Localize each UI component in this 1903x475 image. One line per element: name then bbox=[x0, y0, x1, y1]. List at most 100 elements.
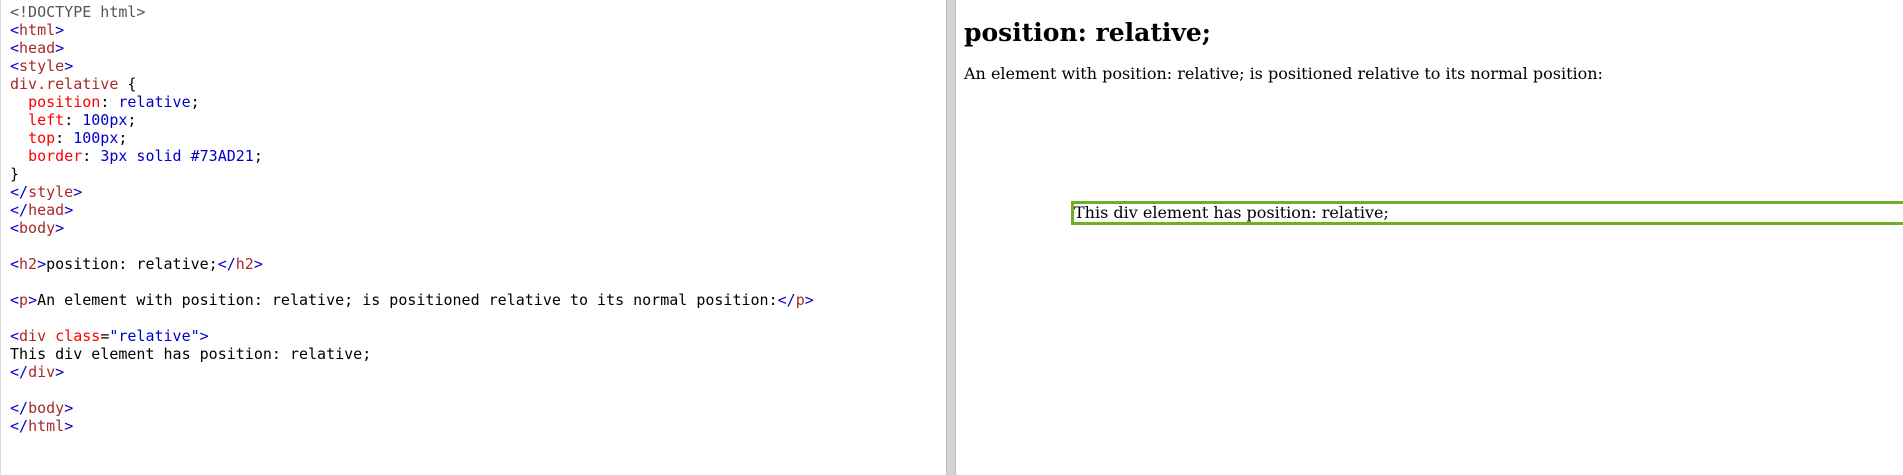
code-token: } bbox=[10, 165, 20, 183]
code-token: > bbox=[37, 255, 47, 273]
code-token: top bbox=[28, 129, 56, 147]
code-line[interactable]: </style> bbox=[10, 183, 814, 201]
code-token: div.relative bbox=[10, 75, 119, 93]
code-token: : bbox=[82, 147, 101, 165]
code-line[interactable] bbox=[10, 309, 814, 327]
code-token: style bbox=[19, 57, 65, 75]
result-document: position: relative; An element with posi… bbox=[964, 0, 1903, 225]
code-token: > bbox=[64, 201, 74, 219]
code-line[interactable]: This div element has position: relative; bbox=[10, 345, 814, 363]
code-token: < bbox=[10, 39, 20, 57]
code-line[interactable] bbox=[10, 381, 814, 399]
code-token: <!DOCTYPE html> bbox=[10, 3, 146, 21]
code-token: </ bbox=[10, 363, 29, 381]
code-token: </ bbox=[777, 291, 796, 309]
code-token: This div element has position: relative; bbox=[10, 345, 372, 363]
code-token: 3px solid #73AD21 bbox=[100, 147, 254, 165]
code-text[interactable]: <!DOCTYPE html> <html> <head> <style> div.re… bbox=[10, 3, 814, 435]
code-line[interactable]: <head> bbox=[10, 39, 814, 57]
code-line[interactable]: </html> bbox=[10, 417, 814, 435]
code-token: left bbox=[28, 111, 65, 129]
code-line[interactable]: <div class="relative"> bbox=[10, 327, 814, 345]
code-token: > bbox=[73, 183, 83, 201]
code-token: h2 bbox=[19, 255, 38, 273]
code-line[interactable]: <style> bbox=[10, 57, 814, 75]
code-line[interactable]: position: relative; bbox=[10, 93, 814, 111]
code-line[interactable]: left: 100px; bbox=[10, 111, 814, 129]
code-token: h2 bbox=[235, 255, 254, 273]
code-token: </ bbox=[10, 399, 29, 417]
pane-splitter[interactable] bbox=[946, 0, 956, 475]
code-token: position bbox=[28, 93, 101, 111]
code-line[interactable]: top: 100px; bbox=[10, 129, 814, 147]
code-line[interactable]: </body> bbox=[10, 399, 814, 417]
code-line[interactable] bbox=[10, 273, 814, 291]
code-token: > bbox=[64, 417, 74, 435]
code-token: : bbox=[64, 111, 83, 129]
code-token: head bbox=[19, 39, 56, 57]
code-token: ; bbox=[118, 129, 128, 147]
code-token: p bbox=[795, 291, 805, 309]
code-token: > bbox=[199, 327, 209, 345]
code-token: : bbox=[55, 129, 74, 147]
code-token: > bbox=[55, 39, 65, 57]
code-line[interactable]: </head> bbox=[10, 201, 814, 219]
code-token: > bbox=[55, 219, 65, 237]
code-token: > bbox=[64, 57, 74, 75]
code-token: </ bbox=[217, 255, 236, 273]
code-token: > bbox=[253, 255, 263, 273]
code-line[interactable] bbox=[10, 237, 814, 255]
code-token: div bbox=[19, 327, 47, 345]
code-token: < bbox=[10, 327, 20, 345]
code-token: : bbox=[100, 93, 119, 111]
code-line[interactable]: <body> bbox=[10, 219, 814, 237]
code-token: ; bbox=[253, 147, 263, 165]
relative-div: This div element has position: relative; bbox=[1071, 201, 1903, 225]
code-line[interactable]: </div> bbox=[10, 363, 814, 381]
code-token: ; bbox=[190, 93, 200, 111]
code-line[interactable]: <html> bbox=[10, 21, 814, 39]
code-token: < bbox=[10, 219, 20, 237]
code-token: = bbox=[100, 327, 110, 345]
code-token: div bbox=[28, 363, 56, 381]
code-line[interactable]: } bbox=[10, 165, 814, 183]
code-token: p bbox=[19, 291, 29, 309]
code-token: class bbox=[55, 327, 101, 345]
code-token: style bbox=[28, 183, 74, 201]
result-heading: position: relative; bbox=[964, 18, 1212, 47]
code-token: 100px bbox=[73, 129, 119, 147]
code-line[interactable]: <p>An element with position: relative; i… bbox=[10, 291, 814, 309]
code-token: </ bbox=[10, 417, 29, 435]
code-token: relative bbox=[118, 93, 191, 111]
code-token: head bbox=[28, 201, 65, 219]
code-line[interactable]: div.relative { bbox=[10, 75, 814, 93]
code-token: < bbox=[10, 21, 20, 39]
code-line[interactable]: <h2>position: relative;</h2> bbox=[10, 255, 814, 273]
code-token: body bbox=[28, 399, 65, 417]
code-token: html bbox=[19, 21, 56, 39]
code-token: </ bbox=[10, 183, 29, 201]
code-token: > bbox=[55, 21, 65, 39]
code-token: > bbox=[28, 291, 38, 309]
code-token: border bbox=[28, 147, 83, 165]
code-token: < bbox=[10, 57, 20, 75]
code-token: body bbox=[19, 219, 56, 237]
code-token: > bbox=[64, 399, 74, 417]
tryit-workspace: <!DOCTYPE html> <html> <head> <style> div.re… bbox=[0, 0, 1903, 475]
code-editor[interactable]: <!DOCTYPE html> <html> <head> <style> div.re… bbox=[0, 0, 946, 475]
code-token: < bbox=[10, 255, 20, 273]
code-token: < bbox=[10, 291, 20, 309]
code-token: position: relative; bbox=[46, 255, 218, 273]
result-paragraph: An element with position: relative; is p… bbox=[964, 64, 1603, 83]
code-line[interactable]: <!DOCTYPE html> bbox=[10, 3, 814, 21]
code-line[interactable]: border: 3px solid #73AD21; bbox=[10, 147, 814, 165]
code-token: { bbox=[118, 75, 137, 93]
code-token: > bbox=[55, 363, 65, 381]
code-token: </ bbox=[10, 201, 29, 219]
code-token: html bbox=[28, 417, 65, 435]
